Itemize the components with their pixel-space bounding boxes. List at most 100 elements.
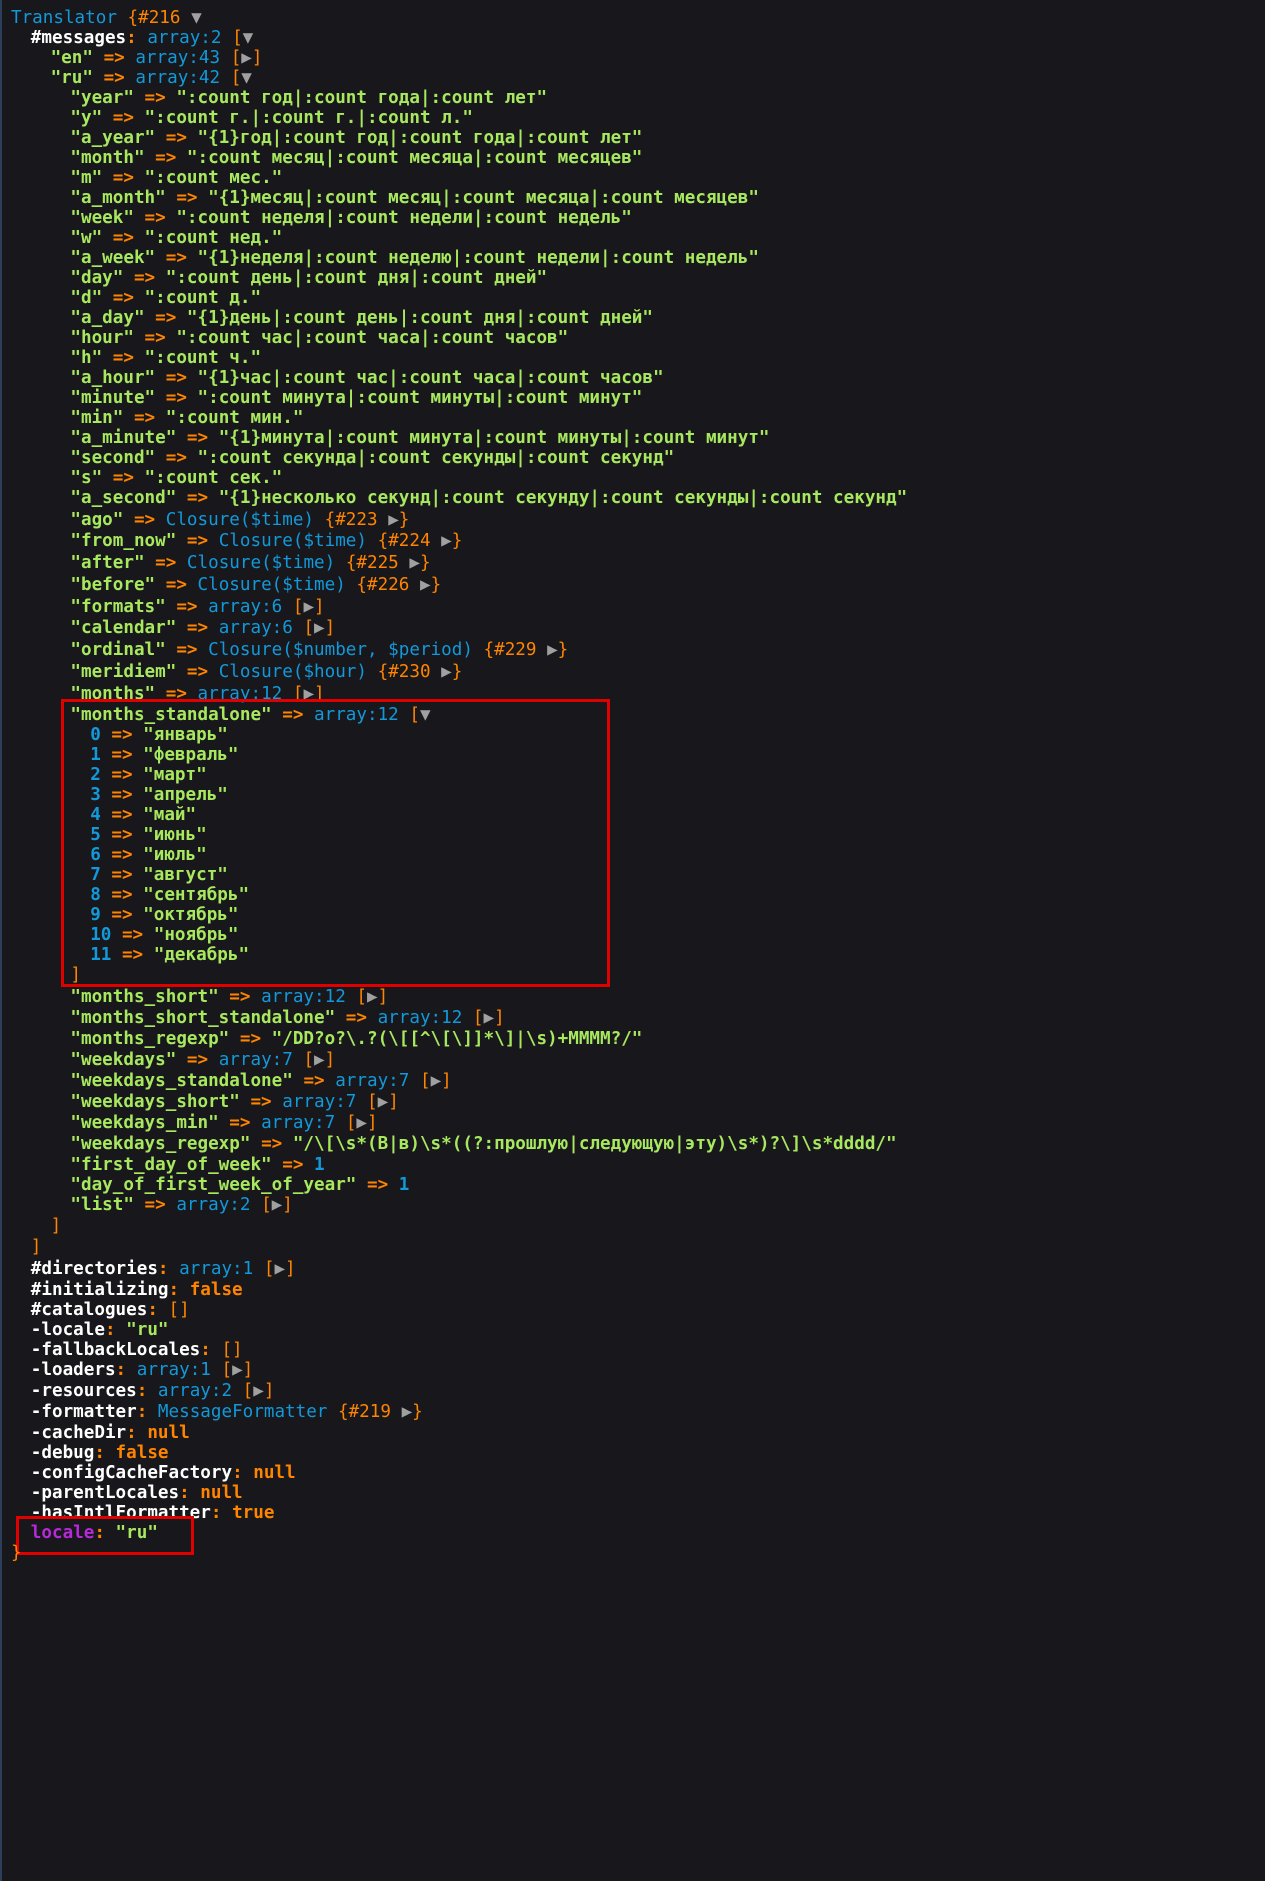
property-type[interactable]: array:2 — [158, 1381, 232, 1401]
array-type[interactable]: array:12 — [261, 987, 346, 1007]
entry-value: "{1}год|:count год|:count года|:count ле… — [197, 128, 643, 148]
entry-key: "week" — [70, 208, 134, 228]
property-value: true — [232, 1502, 275, 1523]
property-name: #catalogues — [30, 1299, 148, 1320]
property-name: -debug — [30, 1442, 95, 1463]
toggle-collapsed-icon[interactable]: ▶ — [378, 1092, 389, 1112]
array-type[interactable]: array:6 — [208, 597, 282, 617]
entry-key: "year" — [70, 88, 134, 108]
entry-value: ":count месяц|:count месяца|:count месяц… — [186, 148, 643, 168]
array-key: "formats" — [70, 596, 166, 617]
colon: : — [126, 28, 137, 48]
class-name[interactable]: Translator — [11, 8, 117, 28]
toggle-collapsed-icon[interactable]: ▶ — [272, 1195, 283, 1215]
array-type[interactable]: array:7 — [282, 1092, 356, 1112]
entry-value: ":count нед." — [144, 228, 283, 248]
closure-entry: "ordinal" => Closure($number, $period) {… — [70, 638, 568, 662]
arrow: => — [112, 228, 134, 248]
toggle-collapsed-icon[interactable]: ▶ — [388, 510, 399, 530]
closure-signature[interactable]: Closure($time) — [219, 531, 367, 551]
close-bracket: ] — [30, 1236, 42, 1257]
object-close: } — [11, 1541, 22, 1565]
array-type[interactable]: array:7 — [335, 1071, 409, 1091]
close-bracket: ] — [324, 618, 336, 639]
entry-value: "/\[\s*(В|в)\s*((?:прошлую|следующую|эту… — [292, 1133, 897, 1154]
toggle-collapsed-icon[interactable]: ▶ — [253, 1381, 264, 1401]
array-type[interactable]: array:7 — [261, 1113, 335, 1133]
property-name: -resources — [30, 1380, 137, 1401]
array-key: "months_short" — [70, 986, 219, 1007]
toggle-collapsed-icon[interactable]: ▶ — [420, 575, 431, 595]
entry-key: "d" — [70, 288, 103, 308]
arrow: => — [176, 596, 198, 617]
toggle-expanded-icon[interactable]: ▼ — [191, 8, 202, 28]
toggle-collapsed-icon[interactable]: ▶ — [356, 1113, 367, 1133]
toggle-collapsed-icon[interactable]: ▶ — [241, 48, 252, 68]
property-value: null — [253, 1462, 296, 1483]
arrow: => — [165, 368, 187, 388]
toggle-expanded-icon[interactable]: ▼ — [243, 28, 254, 48]
array-type[interactable]: array:12 — [378, 1008, 463, 1028]
array-key: "weekdays_min" — [70, 1112, 219, 1133]
closure-signature[interactable]: Closure($time) — [198, 575, 346, 595]
toggle-collapsed-icon[interactable]: ▶ — [409, 553, 420, 573]
open-bracket: [ — [221, 1359, 233, 1380]
string-entry: "a_second" => "{1}несколько секунд|:coun… — [70, 486, 907, 510]
property-type[interactable]: array:1 — [137, 1360, 211, 1380]
array-type[interactable]: array:42 — [135, 68, 220, 88]
colon: : — [168, 1279, 180, 1300]
array-type[interactable]: array:6 — [219, 618, 293, 638]
closure-signature[interactable]: Closure($time) — [187, 553, 335, 573]
array-type[interactable]: array:43 — [135, 48, 220, 68]
entry-key: "ordinal" — [70, 640, 166, 660]
arrow: => — [186, 1049, 209, 1070]
closure-signature[interactable]: Closure($time) — [166, 510, 314, 530]
property-type[interactable]: array:1 — [179, 1259, 253, 1279]
close-brace: } — [11, 1542, 22, 1563]
arrow: => — [239, 1028, 262, 1049]
open-brace: { — [345, 553, 357, 573]
colon: : — [115, 1359, 127, 1380]
arrow: => — [165, 388, 187, 408]
arrow: => — [155, 148, 177, 168]
entry-key: "hour" — [70, 328, 134, 348]
entry-key: "h" — [70, 348, 103, 368]
array-entry: "formats" => array:6 [▶] — [70, 595, 324, 619]
closure-signature[interactable]: Closure($number, $period) — [208, 640, 473, 660]
closure-signature[interactable]: Closure($hour) — [219, 662, 367, 682]
toggle-collapsed-icon[interactable]: ▶ — [274, 1259, 285, 1279]
entry-number: 1 — [398, 1174, 410, 1195]
toggle-collapsed-icon[interactable]: ▶ — [314, 618, 325, 638]
open-bracket: [ — [419, 1070, 431, 1091]
toggle-expanded-icon[interactable]: ▼ — [241, 68, 252, 88]
array-type[interactable]: array:7 — [219, 1050, 293, 1070]
entry-key: "after" — [70, 553, 145, 573]
arrow: => — [165, 248, 187, 268]
property-name: #initializing — [30, 1279, 169, 1300]
toggle-collapsed-icon[interactable]: ▶ — [367, 987, 378, 1007]
property-type[interactable]: MessageFormatter — [158, 1402, 327, 1422]
highlight-box-locale — [16, 1515, 194, 1555]
toggle-collapsed-icon[interactable]: ▶ — [314, 1050, 325, 1070]
array-type[interactable]: array:2 — [176, 1195, 250, 1215]
toggle-collapsed-icon[interactable]: ▶ — [547, 640, 558, 660]
toggle-collapsed-icon[interactable]: ▶ — [232, 1360, 243, 1380]
toggle-collapsed-icon[interactable]: ▶ — [402, 1402, 413, 1422]
open-brace: { — [324, 509, 336, 530]
toggle-collapsed-icon[interactable]: ▶ — [303, 597, 314, 617]
entry-key: "a_hour" — [70, 368, 156, 388]
entry-key: "s" — [70, 468, 103, 488]
property-type[interactable]: array:2 — [147, 28, 221, 48]
open-brace: { — [377, 661, 389, 682]
property-value: null — [200, 1482, 243, 1503]
arrow: => — [186, 618, 209, 639]
arrow: => — [155, 308, 177, 328]
array-key: "calendar" — [70, 618, 177, 639]
toggle-collapsed-icon[interactable]: ▶ — [484, 1008, 495, 1028]
object-id: #229 — [494, 640, 537, 660]
toggle-collapsed-icon[interactable]: ▶ — [441, 531, 452, 551]
toggle-collapsed-icon[interactable]: ▶ — [441, 662, 452, 682]
toggle-collapsed-icon[interactable]: ▶ — [431, 1071, 442, 1091]
open-bracket: [ — [303, 618, 315, 639]
arrow: => — [229, 1112, 251, 1133]
